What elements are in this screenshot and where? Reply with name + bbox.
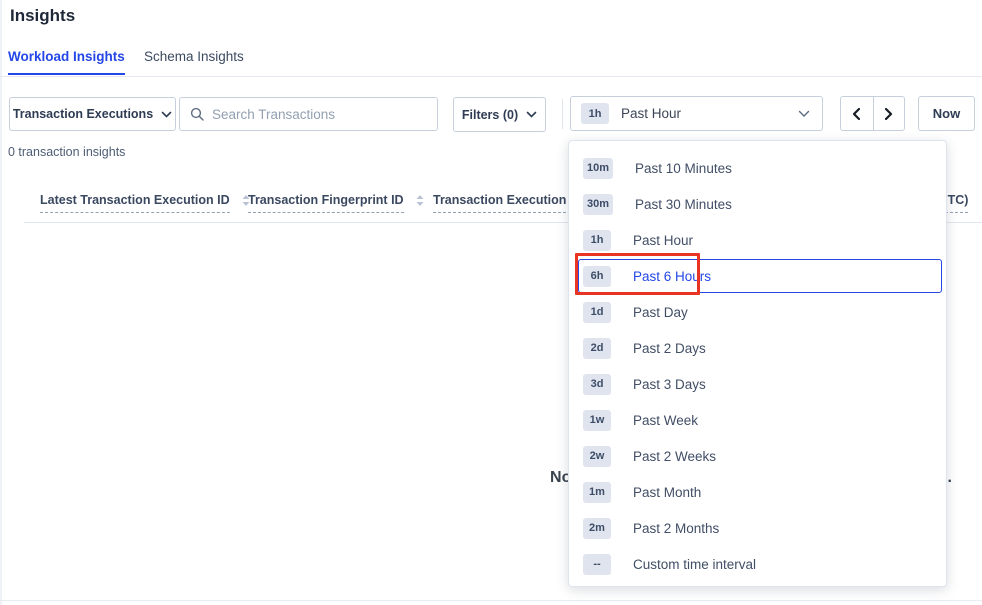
now-button-label: Now bbox=[933, 106, 960, 121]
chevron-down-icon bbox=[161, 111, 172, 118]
filters-label: Filters (0) bbox=[462, 108, 518, 122]
menu-item-past-week[interactable]: 1w Past Week bbox=[569, 402, 946, 438]
page-left-edge bbox=[0, 0, 2, 605]
next-interval-button[interactable] bbox=[873, 97, 905, 130]
time-range-dropdown[interactable]: 1h Past Hour bbox=[570, 96, 823, 131]
insights-page: Insights Workload Insights Schema Insigh… bbox=[0, 0, 982, 605]
chevron-down-icon bbox=[798, 110, 810, 118]
menu-item-past-2-months[interactable]: 2m Past 2 Months bbox=[569, 510, 946, 546]
now-button[interactable]: Now bbox=[918, 96, 975, 131]
time-range-label: Past Hour bbox=[621, 106, 681, 121]
menu-item-past-30-minutes[interactable]: 30m Past 30 Minutes bbox=[569, 186, 946, 222]
view-selector-dropdown[interactable]: Transaction Executions bbox=[9, 97, 176, 131]
time-badge: 2m bbox=[583, 518, 611, 539]
menu-item-past-6-hours[interactable]: 6h Past 6 Hours bbox=[569, 258, 946, 294]
time-badge: 3d bbox=[583, 374, 611, 395]
time-badge: 1h bbox=[583, 230, 611, 251]
time-badge: 2d bbox=[583, 338, 611, 359]
menu-item-past-month[interactable]: 1m Past Month bbox=[569, 474, 946, 510]
chevron-left-icon bbox=[851, 107, 862, 121]
search-icon bbox=[190, 107, 204, 121]
search-input[interactable] bbox=[212, 107, 427, 122]
time-badge: 30m bbox=[583, 194, 613, 215]
menu-item-past-day[interactable]: 1d Past Day bbox=[569, 294, 946, 330]
filters-dropdown[interactable]: Filters (0) bbox=[453, 97, 546, 132]
time-range-badge: 1h bbox=[581, 103, 609, 124]
time-range-menu: 10m Past 10 Minutes 30m Past 30 Minutes … bbox=[568, 140, 947, 587]
sort-icon[interactable] bbox=[416, 194, 424, 207]
tab-workload-insights[interactable]: Workload Insights bbox=[8, 49, 125, 75]
time-badge: 1w bbox=[583, 410, 611, 431]
menu-item-past-hour[interactable]: 1h Past Hour bbox=[569, 222, 946, 258]
time-badge: 1m bbox=[583, 482, 611, 503]
time-badge: 10m bbox=[583, 158, 613, 179]
time-badge: -- bbox=[583, 554, 611, 575]
menu-item-past-3-days[interactable]: 3d Past 3 Days bbox=[569, 366, 946, 402]
menu-item-past-2-days[interactable]: 2d Past 2 Days bbox=[569, 330, 946, 366]
menu-item-past-10-minutes[interactable]: 10m Past 10 Minutes bbox=[569, 150, 946, 186]
time-range-arrows bbox=[840, 96, 905, 131]
view-selector-label: Transaction Executions bbox=[13, 107, 153, 121]
menu-item-custom-time-interval[interactable]: -- Custom time interval bbox=[569, 546, 946, 582]
column-header-transaction-fingerprint-id[interactable]: Transaction Fingerprint ID bbox=[248, 193, 424, 213]
time-badge: 1d bbox=[583, 302, 611, 323]
column-header-latest-transaction-execution-id[interactable]: Latest Transaction Execution ID bbox=[40, 193, 250, 213]
toolbar-divider bbox=[562, 99, 563, 129]
time-badge: 6h bbox=[583, 266, 611, 287]
insights-count: 0 transaction insights bbox=[8, 145, 125, 159]
search-box[interactable] bbox=[179, 97, 438, 131]
page-title: Insights bbox=[10, 6, 75, 26]
menu-item-past-2-weeks[interactable]: 2w Past 2 Weeks bbox=[569, 438, 946, 474]
chevron-right-icon bbox=[883, 107, 894, 121]
time-badge: 2w bbox=[583, 446, 611, 467]
page-bottom-divider bbox=[0, 600, 982, 601]
previous-interval-button[interactable] bbox=[841, 97, 873, 130]
tabs-divider bbox=[0, 76, 982, 77]
chevron-down-icon bbox=[526, 111, 537, 118]
column-header-transaction-execution[interactable]: Transaction Execution bbox=[433, 193, 566, 213]
tab-schema-insights[interactable]: Schema Insights bbox=[144, 49, 244, 64]
